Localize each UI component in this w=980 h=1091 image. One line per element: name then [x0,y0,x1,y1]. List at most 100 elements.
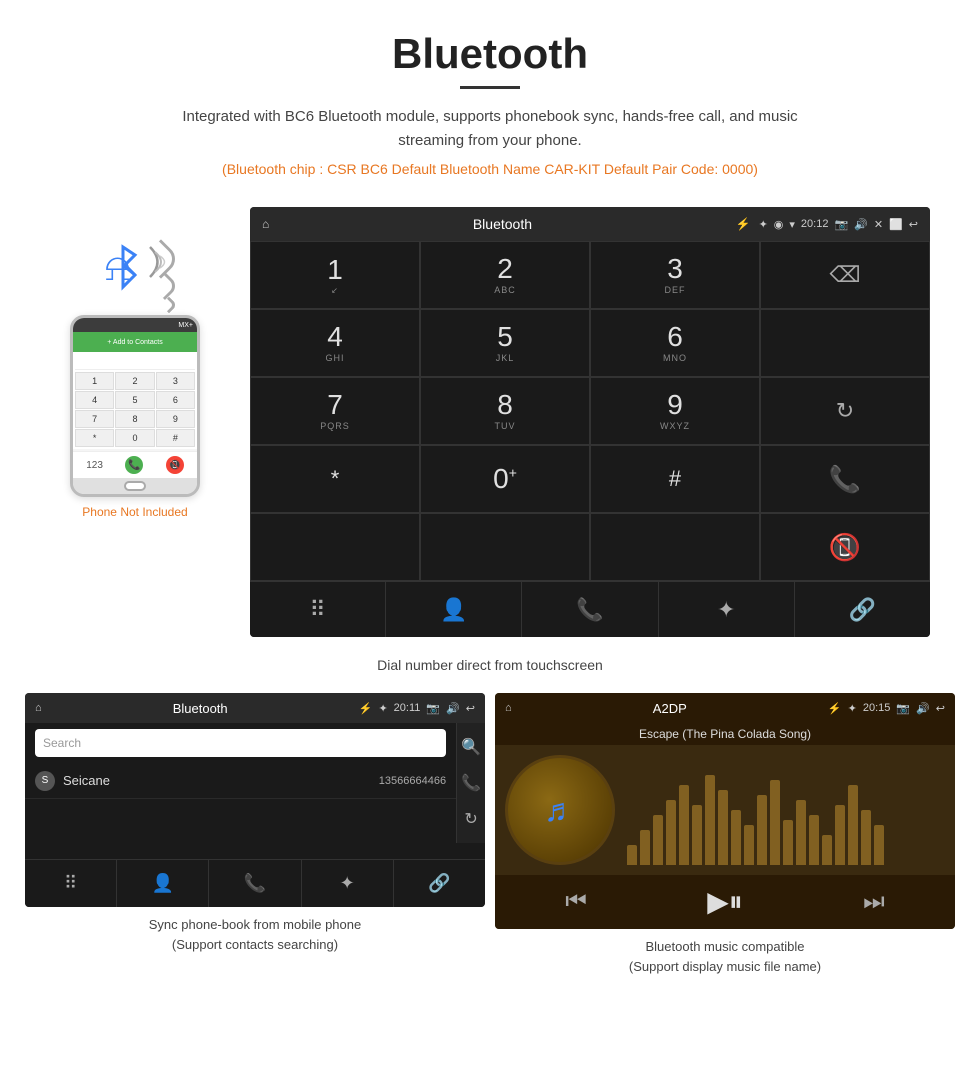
music-screen-title: A2DP [518,701,822,716]
music-volume-icon[interactable]: 🔊 [916,702,930,715]
bluetooth-logo-icon [103,242,143,292]
visualizer-bar [653,815,663,865]
music-next-button[interactable]: ⏭ [863,888,885,916]
pb-nav-link[interactable]: 🔗 [394,860,485,907]
pb-statusbar: ⌂ Bluetooth ⚡ ✦ 20:11 📷 🔊 ↩ [25,693,485,723]
phone-key-0[interactable]: 0 [115,429,154,447]
pb-nav-contacts[interactable]: 👤 [117,860,209,907]
music-main: ♬ [495,745,955,875]
music-prev-button[interactable]: ⏮ [565,888,587,916]
dial-key-9[interactable]: 9 WXYZ [590,377,760,445]
dial-key-8[interactable]: 8 TUV [420,377,590,445]
car-window-icon[interactable]: ⬜ [889,218,903,231]
music-play-button[interactable]: ▶⏸ [707,885,743,919]
visualizer-bar [640,830,650,865]
dial-call-green-cell[interactable]: 📞 [760,445,930,513]
phone-key-2[interactable]: 2 [115,372,154,390]
pb-contact-name: Seicane [63,773,379,788]
pb-search-bar[interactable]: Search [35,729,446,757]
dial-key-1[interactable]: 1 ↙ [250,241,420,309]
pb-empty-space [25,799,456,859]
phone-call-button[interactable]: 📞 [125,456,143,474]
phone-key-5[interactable]: 5 [115,391,154,409]
dial-refresh-cell[interactable]: ↻ [760,377,930,445]
pb-search-placeholder: Search [43,736,81,750]
bottom-screenshots: ⌂ Bluetooth ⚡ ✦ 20:11 📷 🔊 ↩ Search [0,693,980,996]
dial-key-3[interactable]: 3 DEF [590,241,760,309]
car-nav-call[interactable]: 📞 [522,582,658,637]
pb-nav-dialpad[interactable]: ⠿ [25,860,117,907]
phone-home-button[interactable] [124,481,146,491]
phone-key-8[interactable]: 8 [115,410,154,428]
dial-key-4[interactable]: 4 GHI [250,309,420,377]
visualizer-bar [822,835,832,865]
pb-call-icon[interactable]: 📞 [461,773,481,793]
music-album-art: ♬ [505,755,615,865]
car-back-icon[interactable]: ↩ [909,218,918,231]
phone-bottom-buttons: 123 📞 📵 [73,451,197,478]
car-screen: ⌂ Bluetooth ⚡ ✦ ◉ ▾ 20:12 📷 🔊 ✕ ⬜ ↩ 1 ↙ [250,207,930,637]
pb-right-icons: 🔍 📞 ↻ [456,723,485,843]
music-screen: ⌂ A2DP ⚡ ✦ 20:15 📷 🔊 ↩ Escape (The Pina … [495,693,955,929]
visualizer-bar [666,800,676,865]
pb-home-icon[interactable]: ⌂ [35,702,42,714]
music-back-icon[interactable]: ↩ [936,702,945,715]
car-nav-link[interactable]: 🔗 [795,582,930,637]
bluetooth-info: (Bluetooth chip : CSR BC6 Default Blueto… [20,161,960,177]
phone-key-9[interactable]: 9 [156,410,195,428]
car-signal-icon: ▾ [789,218,795,231]
car-camera-icon[interactable]: 📷 [834,218,848,231]
dial-note: Dial number direct from touchscreen [0,647,980,693]
dial-end-call-cell[interactable]: 📵 [760,513,930,581]
music-camera-icon[interactable]: 📷 [896,702,910,715]
page-subtitle: Integrated with BC6 Bluetooth module, su… [150,105,830,153]
car-nav-dialpad[interactable]: ⠿ [250,582,386,637]
phone-key-7[interactable]: 7 [75,410,114,428]
phone-key-star[interactable]: * [75,429,114,447]
phone-key-3[interactable]: 3 [156,372,195,390]
music-home-icon[interactable]: ⌂ [505,702,512,714]
dial-empty-2 [250,513,420,581]
dial-key-6[interactable]: 6 MNO [590,309,760,377]
music-song-title: Escape (The Pina Colada Song) [639,727,811,741]
visualizer-bar [809,815,819,865]
dial-key-star[interactable]: * [250,445,420,513]
visualizer-bar [731,810,741,865]
dial-key-0[interactable]: 0+ [420,445,590,513]
pb-search-icon[interactable]: 🔍 [461,737,481,757]
visualizer-bar [835,805,845,865]
dial-key-7[interactable]: 7 PQRS [250,377,420,445]
pb-back-icon[interactable]: ↩ [466,702,475,715]
dial-key-5[interactable]: 5 JKL [420,309,590,377]
phone-key-4[interactable]: 4 [75,391,114,409]
car-nav-contacts[interactable]: 👤 [386,582,522,637]
car-home-icon[interactable]: ⌂ [262,217,269,231]
music-bt-icon: ✦ [848,702,857,715]
visualizer-bar [796,800,806,865]
phone-key-hash[interactable]: # [156,429,195,447]
dial-key-2[interactable]: 2 ABC [420,241,590,309]
pb-nav-bluetooth[interactable]: ✦ [302,860,394,907]
music-caption: Bluetooth music compatible(Support displ… [629,937,821,976]
car-close-icon[interactable]: ✕ [874,218,883,231]
phone-end-button[interactable]: 📵 [166,456,184,474]
car-volume-icon[interactable]: 🔊 [854,218,868,231]
pb-refresh-icon[interactable]: ↻ [461,809,481,829]
dial-key-hash[interactable]: # [590,445,760,513]
pb-camera-icon[interactable]: 📷 [426,702,440,715]
car-bt-status-icon: ✦ [759,218,768,231]
music-visualizer [627,755,945,865]
phone-home-bar [73,478,197,494]
music-usb-icon: ⚡ [828,702,842,715]
dial-backspace-cell[interactable]: ⌫ [760,241,930,309]
car-nav-bluetooth[interactable]: ✦ [659,582,795,637]
pb-contact-number: 13566664466 [379,775,446,787]
pb-contact-row: S Seicane 13566664466 [25,763,456,799]
visualizer-bar [679,785,689,865]
phone-key-6[interactable]: 6 [156,391,195,409]
visualizer-bar [861,810,871,865]
phone-key-1[interactable]: 1 [75,372,114,390]
pb-nav-call[interactable]: 📞 [209,860,301,907]
pb-volume-icon[interactable]: 🔊 [446,702,460,715]
car-dialpad: 1 ↙ 2 ABC 3 DEF ⌫ 4 GHI [250,241,930,581]
